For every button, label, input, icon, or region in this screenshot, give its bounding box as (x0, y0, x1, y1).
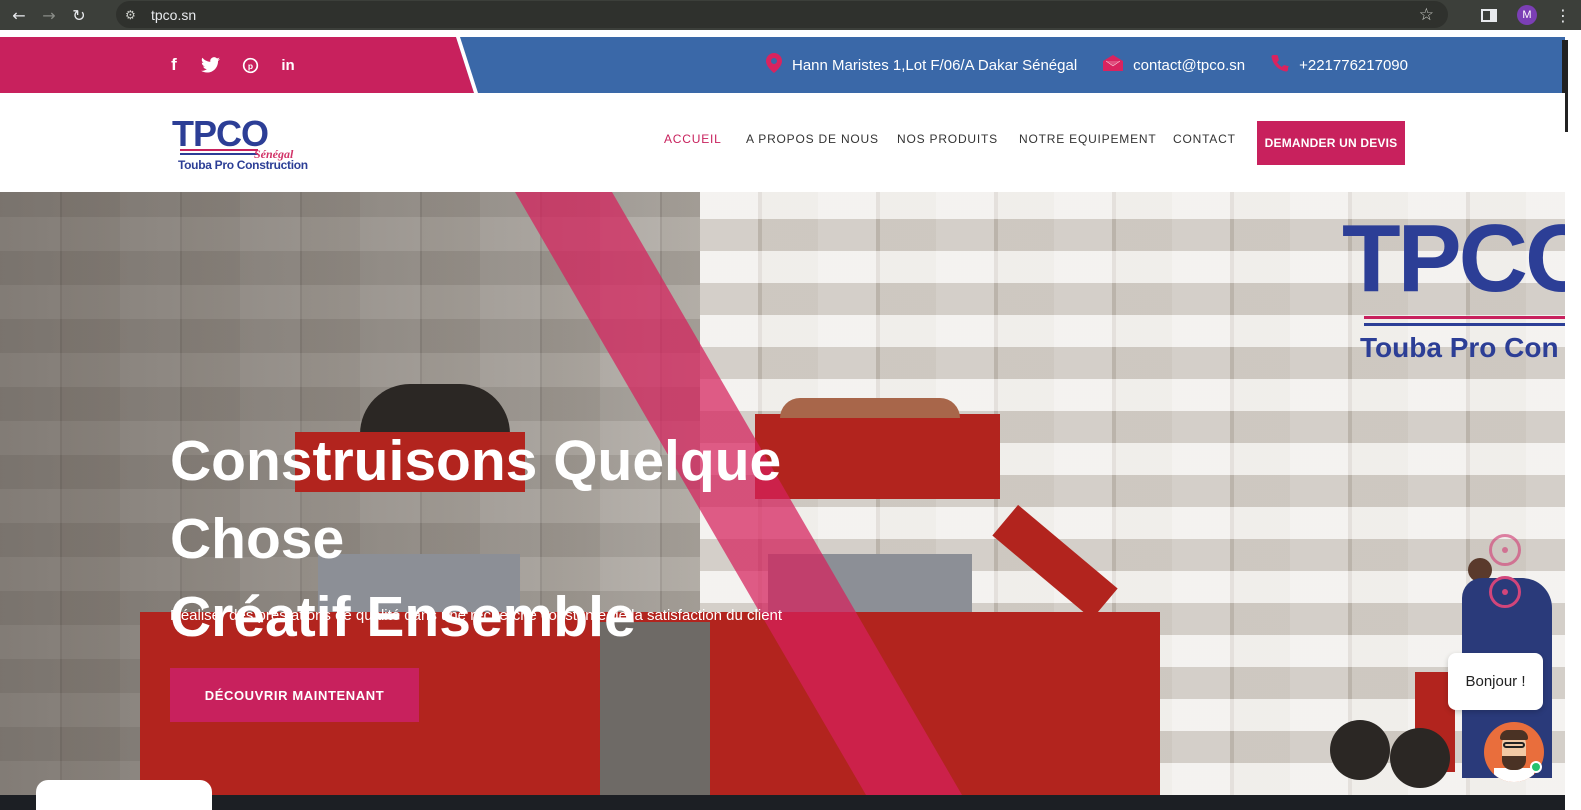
cart-wheel-left (1330, 720, 1390, 780)
twitter-icon[interactable] (199, 54, 221, 76)
nav-nos-produits[interactable]: NOS PRODUITS (897, 132, 998, 146)
slider-dot-2[interactable] (1489, 576, 1521, 608)
phone-text[interactable]: +221776217090 (1299, 57, 1408, 74)
top-info-bar: f p in Hann Maristes 1,Lot F/06/A Dakar … (0, 37, 1565, 93)
chat-greeting-bubble[interactable]: Bonjour ! (1448, 653, 1543, 710)
pinterest-icon[interactable]: p (239, 54, 261, 76)
email-text[interactable]: contact@tpco.sn (1133, 57, 1245, 74)
contact-info: Hann Maristes 1,Lot F/06/A Dakar Sénégal… (766, 37, 1434, 93)
site-settings-icon[interactable]: ⚙ (125, 8, 145, 22)
browser-menu-icon[interactable]: ⋮ (1555, 6, 1571, 25)
phone-item[interactable]: +221776217090 (1271, 54, 1408, 77)
facebook-icon[interactable]: f (163, 54, 185, 76)
site-logo[interactable]: TPCO Sénégal Touba Pro Construction (172, 113, 308, 173)
request-quote-button[interactable]: DEMANDER UN DEVIS (1257, 121, 1405, 165)
browser-toolbar: ← → ↻ ⚙ tpco.sn ☆ M ⋮ (0, 0, 1581, 30)
bottom-floating-card (36, 780, 212, 810)
hero-logo: TPCO Touba Pro Con (1342, 204, 1565, 364)
online-status-dot (1530, 761, 1542, 773)
url-text: tpco.sn (151, 6, 197, 23)
site-header: TPCO Sénégal Touba Pro Construction ACCU… (0, 93, 1565, 192)
nav-accueil[interactable]: ACCUEIL (664, 132, 722, 146)
email-item[interactable]: contact@tpco.sn (1103, 54, 1245, 76)
logo-lines (180, 149, 258, 155)
discover-now-button[interactable]: DÉCOUVRIR MAINTENANT (170, 668, 419, 722)
avatar-hair (1500, 730, 1528, 740)
machine-soil-load (780, 398, 960, 418)
svg-text:p: p (247, 60, 252, 70)
back-icon[interactable]: ← (8, 4, 30, 26)
hero-logo-wordmark: TPCO (1342, 205, 1565, 312)
avatar-glasses (1503, 742, 1525, 748)
hero-subtitle: Réaliser des prestations de qualité dans… (170, 607, 783, 624)
envelope-icon (1103, 54, 1124, 76)
location-pin-icon (766, 52, 782, 78)
bookmark-star-icon[interactable]: ☆ (1419, 5, 1434, 25)
page-scrollbar[interactable] (1565, 37, 1581, 810)
phone-icon (1271, 54, 1290, 77)
address-bar[interactable]: ⚙ tpco.sn ☆ (116, 1, 1448, 28)
page-bottom-strip (0, 795, 1565, 810)
nav-contact[interactable]: CONTACT (1173, 132, 1236, 146)
cart-wheel-right (1390, 728, 1450, 788)
address-text: Hann Maristes 1,Lot F/06/A Dakar Sénégal (792, 56, 1078, 74)
hero-logo-lines (1364, 316, 1565, 326)
forward-icon[interactable]: → (38, 4, 60, 26)
avatar-shirt (1494, 768, 1534, 782)
hero-banner: TPCO Touba Pro Con Construisons Quelque … (0, 192, 1565, 795)
nav-a-propos[interactable]: A PROPOS DE NOUS (746, 132, 879, 146)
profile-avatar[interactable]: M (1517, 5, 1537, 25)
hero-logo-subtitle: Touba Pro Con (1360, 332, 1559, 363)
side-panel-icon[interactable] (1481, 8, 1497, 22)
slider-dot-1[interactable] (1489, 534, 1521, 566)
logo-subtitle: Touba Pro Construction (178, 158, 308, 172)
reload-icon[interactable]: ↻ (68, 4, 90, 26)
hero-title-line1: Construisons Quelque Chose (170, 429, 782, 571)
chat-avatar-button[interactable] (1484, 722, 1544, 782)
linkedin-icon[interactable]: in (277, 54, 299, 76)
nav-notre-equipement[interactable]: NOTRE EQUIPEMENT (1019, 132, 1156, 146)
address-item: Hann Maristes 1,Lot F/06/A Dakar Sénégal (766, 52, 1078, 78)
